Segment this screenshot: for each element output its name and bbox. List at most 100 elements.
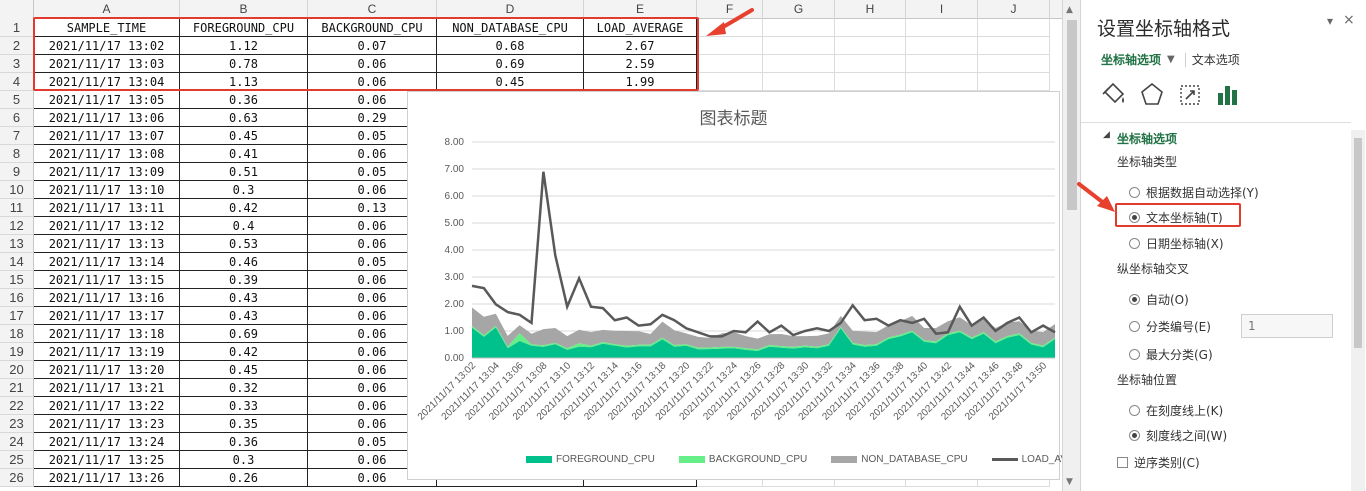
row-header[interactable]: 22	[0, 397, 34, 415]
empty-cell[interactable]	[763, 73, 835, 91]
pane-vertical-scrollbar[interactable]	[1351, 130, 1365, 491]
empty-cell[interactable]	[906, 55, 978, 73]
fill-line-icon[interactable]	[1099, 80, 1129, 110]
data-cell[interactable]: 2021/11/17 13:23	[34, 415, 180, 433]
row-header[interactable]: 10	[0, 181, 34, 199]
section-collapse-icon[interactable]: ◢	[1103, 130, 1110, 140]
data-cell[interactable]: 0.39	[180, 271, 308, 289]
area-chart[interactable]: 图表标题 0.00 1.00 2.00 3.00 4.00 5.00 6.00 7.00 8.0…	[407, 91, 1062, 480]
data-cell[interactable]: 0.06	[308, 55, 437, 73]
data-cell[interactable]: 2021/11/17 13:18	[34, 325, 180, 343]
data-cell[interactable]: 0.3	[180, 181, 308, 199]
column-header[interactable]: D	[437, 0, 584, 19]
empty-cell[interactable]	[697, 55, 763, 73]
data-cell[interactable]: 2021/11/17 13:12	[34, 217, 180, 235]
radio-category-number[interactable]: 分类编号(E)	[1129, 318, 1211, 335]
row-header[interactable]: 23	[0, 415, 34, 433]
data-cell[interactable]: 1.99	[584, 73, 697, 91]
row-header[interactable]: 11	[0, 199, 34, 217]
row-header[interactable]: 17	[0, 307, 34, 325]
checkbox-reverse-categories[interactable]: 逆序类别(C)	[1117, 454, 1200, 471]
data-cell[interactable]: 0.45	[437, 73, 584, 91]
data-cell[interactable]: 0.43	[180, 289, 308, 307]
pane-scrollbar-thumb[interactable]	[1354, 138, 1362, 348]
row-header[interactable]: 24	[0, 433, 34, 451]
data-cell[interactable]: 2.59	[584, 55, 697, 73]
tab-axis-options[interactable]: 坐标轴选项	[1101, 51, 1161, 68]
empty-cell[interactable]	[835, 73, 906, 91]
row-header[interactable]: 16	[0, 289, 34, 307]
empty-cell[interactable]	[835, 19, 906, 37]
radio-max-category-circle[interactable]	[1129, 349, 1140, 360]
row-header[interactable]: 4	[0, 73, 34, 91]
empty-cell[interactable]	[697, 73, 763, 91]
column-header[interactable]: C	[308, 0, 437, 19]
data-cell[interactable]: 2.67	[584, 37, 697, 55]
data-cell[interactable]: 0.26	[180, 469, 308, 487]
row-header[interactable]: 7	[0, 127, 34, 145]
pane-options-dropdown-icon[interactable]: ▾	[1327, 14, 1333, 28]
radio-auto-select-circle[interactable]	[1129, 187, 1140, 198]
row-header[interactable]: 26	[0, 469, 34, 487]
section-axis-options[interactable]: 坐标轴选项	[1117, 130, 1177, 147]
header-cell[interactable]: SAMPLE_TIME	[34, 19, 180, 37]
row-header[interactable]: 18	[0, 325, 34, 343]
pane-close-icon[interactable]: ×	[1343, 12, 1355, 28]
radio-auto-select[interactable]: 根据数据自动选择(Y)	[1129, 184, 1259, 201]
column-header[interactable]: J	[978, 0, 1050, 19]
empty-cell[interactable]	[978, 55, 1050, 73]
row-header[interactable]: 8	[0, 145, 34, 163]
data-cell[interactable]: 0.78	[180, 55, 308, 73]
data-cell[interactable]: 2021/11/17 13:19	[34, 343, 180, 361]
empty-cell[interactable]	[835, 37, 906, 55]
radio-date-axis[interactable]: 日期坐标轴(X)	[1129, 235, 1224, 252]
data-cell[interactable]: 2021/11/17 13:04	[34, 73, 180, 91]
sheet-vertical-scrollbar[interactable]: ▲ ▼	[1062, 0, 1080, 491]
empty-cell[interactable]	[835, 55, 906, 73]
radio-on-tick-marks[interactable]: 在刻度线上(K)	[1129, 402, 1223, 419]
row-header[interactable]: 19	[0, 343, 34, 361]
data-cell[interactable]: 1.13	[180, 73, 308, 91]
data-cell[interactable]: 2021/11/17 13:22	[34, 397, 180, 415]
empty-cell[interactable]	[697, 37, 763, 55]
data-cell[interactable]: 0.36	[180, 433, 308, 451]
axis-options-icon[interactable]	[1213, 80, 1243, 110]
scroll-up-icon[interactable]: ▲	[1066, 5, 1073, 15]
tab-axis-options-caret-icon[interactable]: ▼	[1167, 54, 1175, 65]
data-cell[interactable]: 0.32	[180, 379, 308, 397]
data-cell[interactable]: 2021/11/17 13:05	[34, 91, 180, 109]
data-cell[interactable]: 2021/11/17 13:09	[34, 163, 180, 181]
data-cell[interactable]: 2021/11/17 13:06	[34, 109, 180, 127]
header-cell[interactable]: LOAD_AVERAGE	[584, 19, 697, 37]
data-cell[interactable]: 0.07	[308, 37, 437, 55]
data-cell[interactable]: 0.4	[180, 217, 308, 235]
radio-between-tick-marks-circle[interactable]	[1129, 430, 1140, 441]
empty-cell[interactable]	[978, 37, 1050, 55]
data-cell[interactable]: 1.12	[180, 37, 308, 55]
data-cell[interactable]: 0.36	[180, 91, 308, 109]
row-header[interactable]: 2	[0, 37, 34, 55]
data-cell[interactable]: 0.51	[180, 163, 308, 181]
spreadsheet[interactable]: ABCDEFGHIJ 1 2 3 4 5 6 7 8 9 10 11 12 13 14 15 16 17 18 19…	[0, 0, 1062, 491]
data-cell[interactable]: 0.69	[437, 55, 584, 73]
header-cell[interactable]: FOREGROUND_CPU	[180, 19, 308, 37]
row-header[interactable]: 14	[0, 253, 34, 271]
data-cell[interactable]: 2021/11/17 13:13	[34, 235, 180, 253]
chart-legend[interactable]: FOREGROUND_CPU BACKGROUND_CPU NON_DATABA…	[526, 451, 1062, 467]
radio-crosses-auto-circle[interactable]	[1129, 294, 1140, 305]
data-cell[interactable]: 0.68	[437, 37, 584, 55]
column-header[interactable]: F	[697, 0, 763, 19]
data-cell[interactable]: 0.35	[180, 415, 308, 433]
row-header[interactable]: 15	[0, 271, 34, 289]
effects-icon[interactable]	[1137, 80, 1167, 110]
header-cell[interactable]: NON_DATABASE_CPU	[437, 19, 584, 37]
radio-between-tick-marks[interactable]: 刻度线之间(W)	[1129, 427, 1227, 444]
scroll-down-icon[interactable]: ▼	[1066, 477, 1073, 487]
radio-crosses-auto[interactable]: 自动(O)	[1129, 291, 1189, 308]
data-cell[interactable]: 0.53	[180, 235, 308, 253]
column-header[interactable]: E	[584, 0, 697, 19]
radio-on-tick-marks-circle[interactable]	[1129, 405, 1140, 416]
row-header[interactable]: 1	[0, 19, 34, 37]
row-header[interactable]: 3	[0, 55, 34, 73]
data-cell[interactable]: 2021/11/17 13:25	[34, 451, 180, 469]
